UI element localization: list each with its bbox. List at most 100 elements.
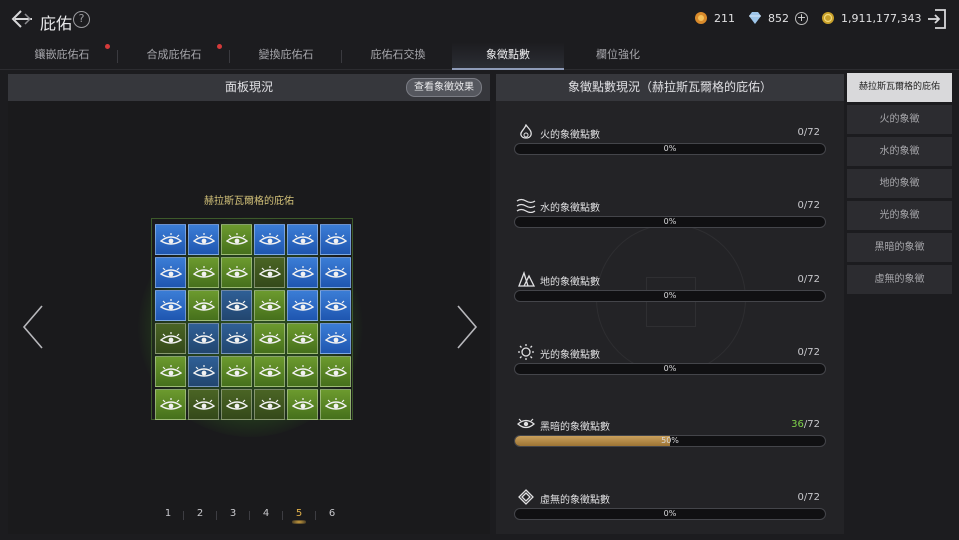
eye-symbol-icon [324,397,347,410]
earth-points-progress-bar: 0% [514,290,826,302]
eye-symbol-icon [159,397,182,410]
board-stone-slot[interactable] [188,290,219,321]
board-stone-slot[interactable] [320,356,351,387]
board-stone-slot[interactable] [221,323,252,354]
board-stone-slot[interactable] [254,290,285,321]
tab-exchange-stone[interactable]: 庇佑石交換 [342,42,454,70]
eye-symbol-icon [192,298,215,311]
board-stone-slot[interactable] [287,224,318,255]
category-dark-symbol[interactable]: 黑暗的象徵 [847,233,952,262]
page-5[interactable]: 5 [289,508,309,524]
board-stone-slot[interactable] [221,389,252,420]
void-points-progress-bar: 0% [514,508,826,520]
view-symbol-effect-button[interactable]: 查看象徵效果 [406,78,482,97]
tab-label: 欄位強化 [596,48,640,61]
top-bar: 庇佑 ? 211 852 + 1,911,177,343 [0,0,959,40]
category-fire-symbol[interactable]: 火的象徵 [847,105,952,134]
void-symbol-icon [518,489,534,505]
page-2[interactable]: 2 [190,508,210,519]
board-stone-slot[interactable] [287,356,318,387]
board-stone-slot[interactable] [320,257,351,288]
board-stone-slot[interactable] [287,257,318,288]
points-panel-title: 象徵點數現況（赫拉斯瓦爾格的庇佑） [567,80,772,94]
water-points-percent: 0% [663,217,677,226]
next-board-arrow-icon[interactable] [456,304,478,350]
dark-points-total: /72 [803,419,820,430]
board-stone-slot[interactable] [221,356,252,387]
eye-symbol-icon [324,331,347,344]
fire-points-label: 火的象徵點數 [540,130,600,141]
board-stone-slot[interactable] [188,323,219,354]
tab-combine-stone[interactable]: 合成庇佑石 [118,42,230,70]
tab-transform-stone[interactable]: 變換庇佑石 [230,42,342,70]
board-stone-slot[interactable] [320,389,351,420]
board-stone-slot[interactable] [254,224,285,255]
board-stone-slot[interactable] [320,224,351,255]
board-stone-slot[interactable] [254,257,285,288]
board-stone-slot[interactable] [188,356,219,387]
page-divider [183,511,184,520]
board-stone-slot[interactable] [221,257,252,288]
tab-slot-enhance[interactable]: 欄位強化 [562,42,674,70]
page-divider [249,511,250,520]
gold-token-counter: 211 [694,11,735,25]
page-4[interactable]: 4 [256,508,276,519]
board-stone-slot[interactable] [188,257,219,288]
board-stone-slot[interactable] [155,389,186,420]
board-stone-slot[interactable] [320,290,351,321]
previous-board-arrow-icon[interactable] [22,304,44,350]
tab-embed-stone[interactable]: 鑲嵌庇佑石 [6,42,118,70]
category-void-symbol[interactable]: 虛無的象徵 [847,265,952,294]
board-stone-slot[interactable] [155,224,186,255]
board-stone-slot[interactable] [155,356,186,387]
board-stone-slot[interactable] [221,224,252,255]
eye-symbol-icon [225,265,248,278]
page-3[interactable]: 3 [223,508,243,519]
board-stone-slot[interactable] [155,290,186,321]
diamond-value: 852 [768,11,789,25]
eye-symbol-icon [291,331,314,344]
page-1[interactable]: 1 [158,508,178,519]
category-water-symbol[interactable]: 水的象徵 [847,137,952,166]
eye-symbol-icon [159,364,182,377]
add-diamond-plus-icon[interactable]: + [795,11,808,25]
earth-points-label: 地的象徵點數 [540,277,600,288]
back-arrow-icon[interactable] [10,8,34,30]
light-points-count: 0/72 [798,347,820,358]
board-stone-slot[interactable] [254,323,285,354]
diamond-icon [749,12,761,24]
help-icon[interactable]: ? [73,11,90,28]
board-stone-slot[interactable] [287,323,318,354]
diamond-counter: 852 + [748,11,808,25]
dark-points-current: 36 [791,419,804,430]
board-stone-slot[interactable] [287,290,318,321]
board-stone-slot[interactable] [320,323,351,354]
board-stone-slot[interactable] [254,389,285,420]
symbol-points-panel: 象徵點數現況（赫拉斯瓦爾格的庇佑） 火的象徵點數 0/72 0% 水的象徵點數 … [496,74,844,534]
board-stone-slot[interactable] [221,290,252,321]
board-panel-header: 面板現況 查看象徵效果 [8,74,490,101]
eye-symbol-icon [291,265,314,278]
board-stone-slot[interactable] [287,389,318,420]
dark-symbol-icon [517,418,535,429]
category-earth-symbol[interactable]: 地的象徵 [847,169,952,198]
board-stone-slot[interactable] [254,356,285,387]
light-points-percent: 0% [663,364,677,373]
category-light-symbol[interactable]: 光的象徵 [847,201,952,230]
board-stone-slot[interactable] [188,389,219,420]
board-stone-slot[interactable] [155,257,186,288]
exit-icon[interactable] [925,7,949,31]
board-stone-slot[interactable] [188,224,219,255]
fire-points-total: /72 [803,127,820,138]
dark-points-count: 36/72 [791,419,820,430]
gold-token-value: 211 [714,11,735,25]
tab-label: 庇佑石交換 [370,48,426,61]
category-blessing-summary[interactable]: 赫拉斯瓦爾格的庇佑 [847,73,952,102]
tab-symbol-points[interactable]: 象徵點數 [452,42,564,70]
gold-token-icon [695,12,707,24]
board-pagination: 1 2 3 4 5 6 [158,508,358,524]
eye-symbol-icon [324,265,347,278]
board-stone-slot[interactable] [155,323,186,354]
eye-symbol-icon [324,364,347,377]
page-6[interactable]: 6 [322,508,342,519]
